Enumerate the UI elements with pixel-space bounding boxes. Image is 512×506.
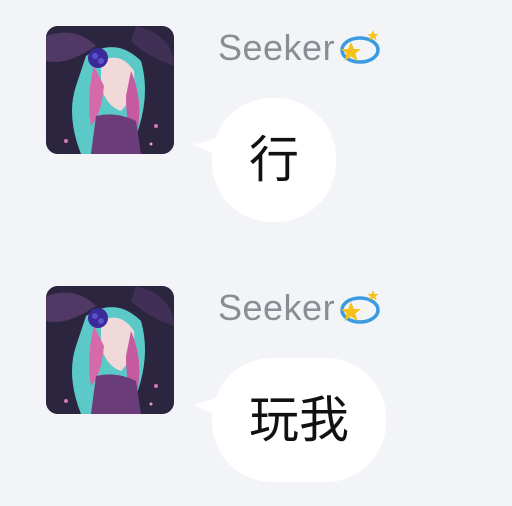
avatar-image — [46, 26, 174, 154]
sender-name[interactable]: Seeker — [218, 26, 335, 70]
chat-message: Seeker 玩我 — [0, 260, 512, 490]
message-bubble[interactable]: 玩我 — [212, 358, 386, 482]
message-text: 行 — [249, 131, 299, 189]
sender-name[interactable]: Seeker — [218, 286, 335, 330]
sender-row: Seeker — [218, 286, 383, 330]
star-orbit-icon — [340, 290, 380, 324]
chat-message: Seeker 行 — [0, 0, 512, 230]
sender-row: Seeker — [218, 26, 383, 70]
message-bubble[interactable]: 行 — [212, 98, 336, 222]
avatar-image — [46, 286, 174, 414]
star-orbit-icon — [340, 30, 380, 64]
avatar[interactable] — [46, 26, 174, 154]
avatar[interactable] — [46, 286, 174, 414]
message-text: 玩我 — [249, 391, 349, 449]
